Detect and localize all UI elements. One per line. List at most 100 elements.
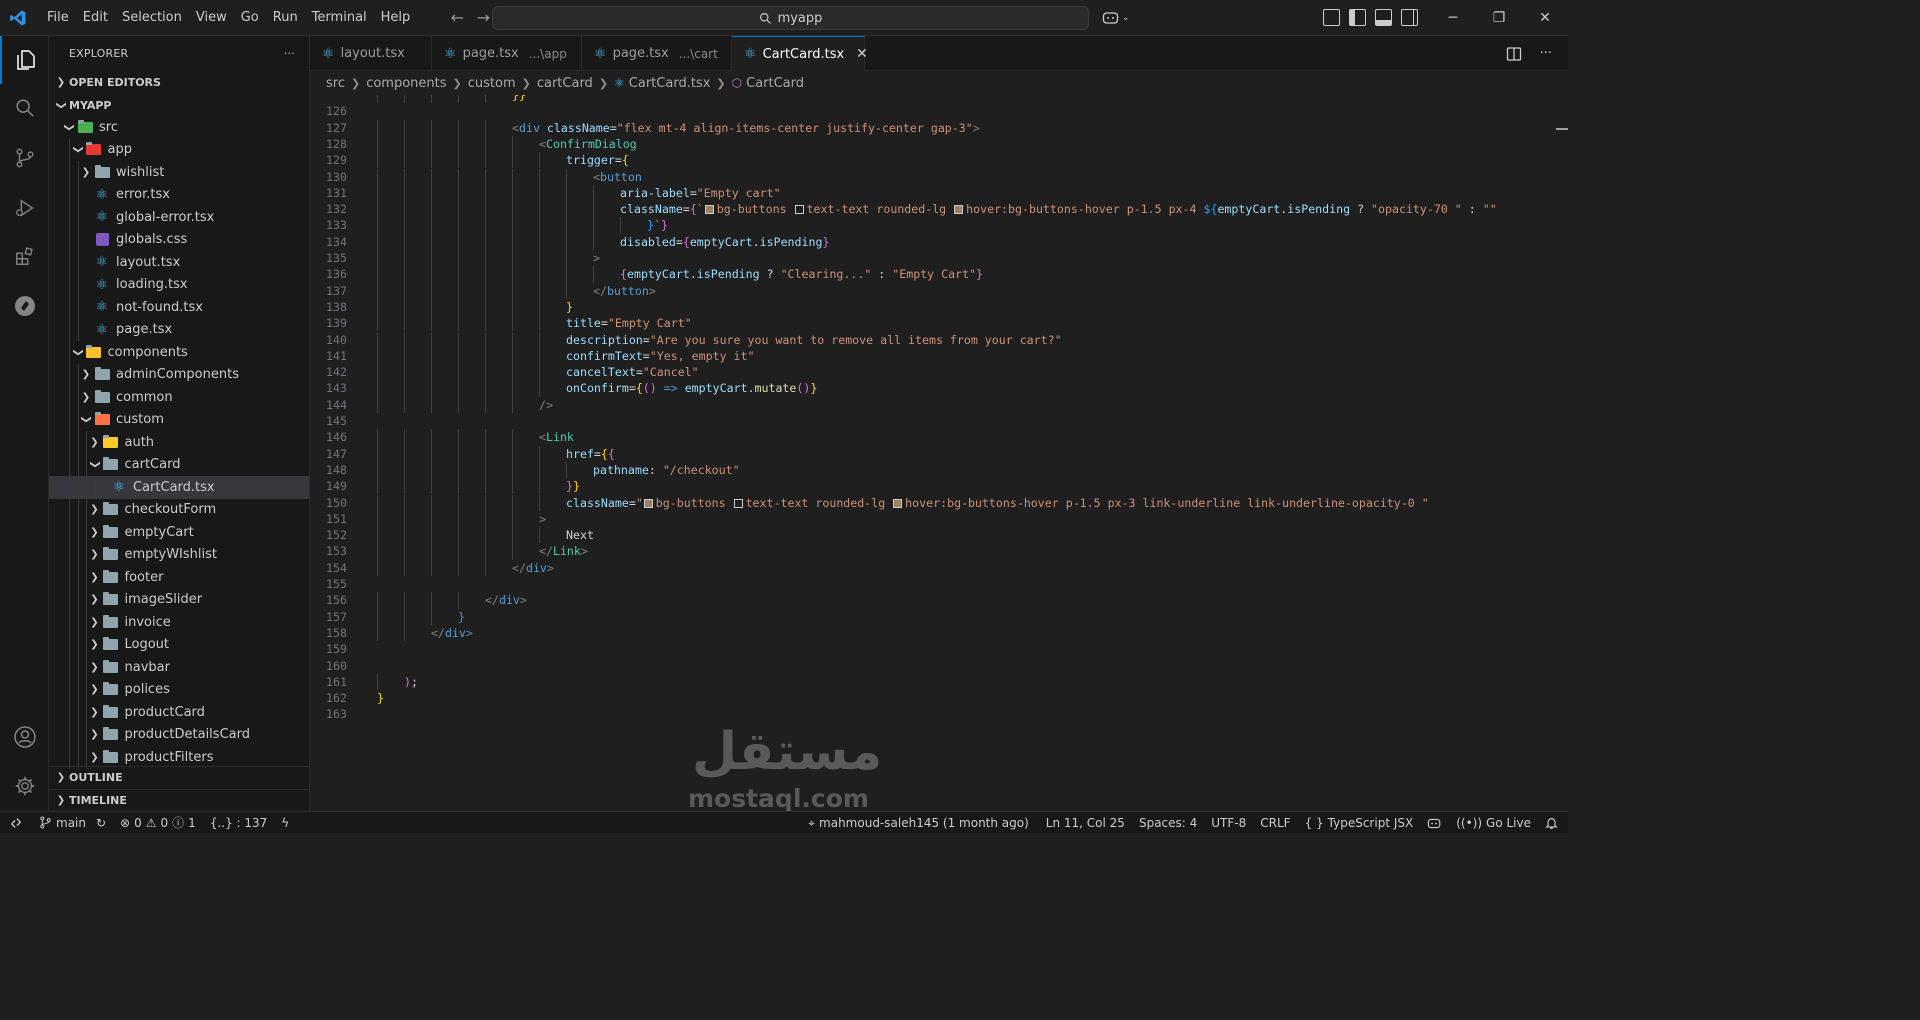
tree-file[interactable]: globals.css [49, 228, 309, 251]
tree-folder[interactable]: ❯ src [49, 116, 309, 139]
tree-folder[interactable]: ❯ cartCard [49, 453, 309, 476]
code-line[interactable]: 159 [310, 641, 1550, 657]
close-window-icon[interactable]: ✕ [1522, 0, 1568, 36]
breadcrumb-item[interactable]: src [326, 76, 345, 91]
source-control-icon[interactable] [0, 134, 49, 182]
menu-edit[interactable]: Edit [76, 0, 115, 36]
more-actions-icon[interactable]: ··· [284, 47, 295, 60]
tree-folder[interactable]: ❯ wishlist [49, 161, 309, 184]
close-icon[interactable]: ✕ [856, 46, 868, 62]
forward-arrow-icon[interactable]: → [475, 8, 491, 27]
breadcrumb-item[interactable]: CartCard.tsx [629, 76, 711, 91]
eol-indicator[interactable]: CRLF [1253, 812, 1297, 834]
code-line[interactable]: 146 <Link [310, 429, 1550, 446]
tab-cartcard[interactable]: ⚛ CartCard.tsx ✕ [732, 36, 868, 71]
code-line[interactable]: 161); [310, 673, 1550, 691]
cursor-position[interactable]: Ln 11, Col 25 [1036, 812, 1132, 834]
color-swatch[interactable] [704, 205, 714, 215]
tree-folder[interactable]: ❯ navbar [49, 656, 309, 679]
code-line[interactable]: 142 cancelText="Cancel" [310, 364, 1550, 381]
code-line[interactable]: 143 onConfirm={() => emptyCart.mutate()} [310, 380, 1550, 397]
code-line[interactable]: 150 className=" bg-buttons text-text round… [310, 494, 1550, 511]
code-line[interactable]: 154 </div> [310, 559, 1550, 576]
git-blame-indicator[interactable]: ⌖ mahmoud-saleh145 (1 month ago) [801, 812, 1036, 834]
tree-folder[interactable]: ❯ polices [49, 678, 309, 701]
copilot-status-icon[interactable] [1420, 812, 1449, 834]
code-line[interactable]: 139 title="Empty Cart" [310, 315, 1550, 332]
search-icon[interactable] [0, 84, 49, 132]
open-editors-section[interactable]: ❯ OPEN EDITORS [49, 71, 309, 93]
code-line[interactable]: 158 </div> [310, 624, 1550, 642]
tree-file[interactable]: ⚛ error.tsx [49, 183, 309, 206]
code-line[interactable]: 141 confirmText="Yes, empty it" [310, 347, 1550, 365]
code-line[interactable]: 131 aria-label="Empty cart" [310, 184, 1550, 202]
restore-icon[interactable]: ❐ [1476, 0, 1522, 36]
code-line[interactable]: 152 Next [310, 527, 1550, 544]
tree-folder[interactable]: ❯ emptyCart [49, 521, 309, 544]
go-live-button[interactable]: ((•)) Go Live [1449, 812, 1538, 834]
code-line[interactable]: 148 pathname: "/checkout" [310, 461, 1550, 479]
settings-gear-icon[interactable] [0, 762, 49, 810]
toggle-secondary-sidebar-icon[interactable] [1401, 9, 1418, 26]
encoding-indicator[interactable]: UTF-8 [1204, 812, 1253, 834]
tab-page-app[interactable]: ⚛ page.tsx ...\app [432, 36, 582, 71]
workspace-root-section[interactable]: ❯ MYAPP [49, 94, 309, 116]
code-line[interactable]: 153 </Link> [310, 543, 1550, 560]
code-line[interactable]: 130 <button [310, 168, 1550, 185]
color-swatch[interactable] [794, 205, 804, 215]
code-line[interactable]: 162} [310, 690, 1550, 706]
explorer-icon[interactable] [0, 36, 49, 84]
more-actions-icon[interactable]: ··· [1540, 46, 1552, 61]
toggle-primary-sidebar-icon[interactable] [1349, 9, 1366, 26]
tree-folder[interactable]: ❯ components [49, 341, 309, 364]
tree-file[interactable]: ⚛ CartCard.tsx [49, 476, 309, 499]
code-line[interactable]: 138} [310, 298, 1550, 316]
code-line[interactable]: 140 description="Are you sure you want to… [310, 331, 1550, 348]
code-line[interactable]: 129 trigger={ [310, 152, 1550, 169]
menu-file[interactable]: File [40, 0, 76, 36]
account-icon[interactable] [0, 713, 49, 761]
breadcrumb-item[interactable]: cartCard [537, 76, 593, 91]
tree-folder[interactable]: ❯ footer [49, 566, 309, 589]
run-debug-icon[interactable] [0, 184, 49, 232]
breadcrumb-item[interactable]: components [366, 76, 446, 91]
selection-indicator[interactable]: {..} : 137 [203, 812, 274, 834]
menu-terminal[interactable]: Terminal [305, 0, 374, 36]
tree-folder[interactable]: ❯ adminComponents [49, 363, 309, 386]
code-line[interactable]: 134 disabled={emptyCart.isPending} [310, 233, 1550, 250]
extensions-icon[interactable] [0, 232, 49, 280]
code-line[interactable]: 149}} [310, 478, 1550, 495]
color-swatch[interactable] [733, 498, 743, 508]
language-indicator[interactable]: { } TypeScript JSX [1298, 812, 1421, 834]
tree-file[interactable]: ⚛ loading.tsx [49, 273, 309, 296]
tree-folder[interactable]: ❯ Logout [49, 633, 309, 656]
code-line[interactable]: 128 <ConfirmDialog [310, 135, 1550, 153]
code-line[interactable]: 144 /> [310, 396, 1550, 413]
code-line[interactable]: 136 {emptyCart.isPending ? "Clearing..." … [310, 266, 1550, 283]
menu-run[interactable]: Run [266, 0, 305, 36]
tree-file[interactable]: ⚛ page.tsx [49, 318, 309, 341]
tab-layout[interactable]: ⚛ layout.tsx [310, 36, 432, 71]
code-line[interactable]: 151 > [310, 510, 1550, 528]
code-line[interactable]: 126 [310, 103, 1550, 119]
tree-folder[interactable]: ❯ imageSlider [49, 588, 309, 611]
code-line[interactable]: 145 [310, 413, 1550, 429]
menu-go[interactable]: Go [234, 0, 266, 36]
tab-page-cart[interactable]: ⚛ page.tsx ...\cart [582, 36, 732, 71]
code-line[interactable]: 135 > [310, 250, 1550, 267]
tree-folder[interactable]: ❯ auth [49, 431, 309, 454]
outline-section[interactable]: ❯ OUTLINE [49, 766, 310, 788]
code-line[interactable]: 160 [310, 658, 1550, 674]
color-swatch[interactable] [893, 498, 903, 508]
tree-folder[interactable]: ❯ emptyWIshlist [49, 543, 309, 566]
tree-folder[interactable]: ❯ common [49, 386, 309, 409]
menu-selection[interactable]: Selection [115, 0, 189, 36]
remote-explorer-icon[interactable] [0, 282, 49, 330]
problems-indicator[interactable]: ⊗ 0 ⚠ 0 ⓘ 1 [113, 812, 203, 834]
breadcrumb-item[interactable]: custom [468, 76, 516, 91]
code-line[interactable]: }} [310, 95, 1550, 104]
code-line[interactable]: 156 </div> [310, 592, 1550, 609]
indentation-indicator[interactable]: Spaces: 4 [1132, 812, 1204, 834]
code-line[interactable]: 155 [310, 576, 1550, 592]
color-swatch[interactable] [643, 498, 653, 508]
